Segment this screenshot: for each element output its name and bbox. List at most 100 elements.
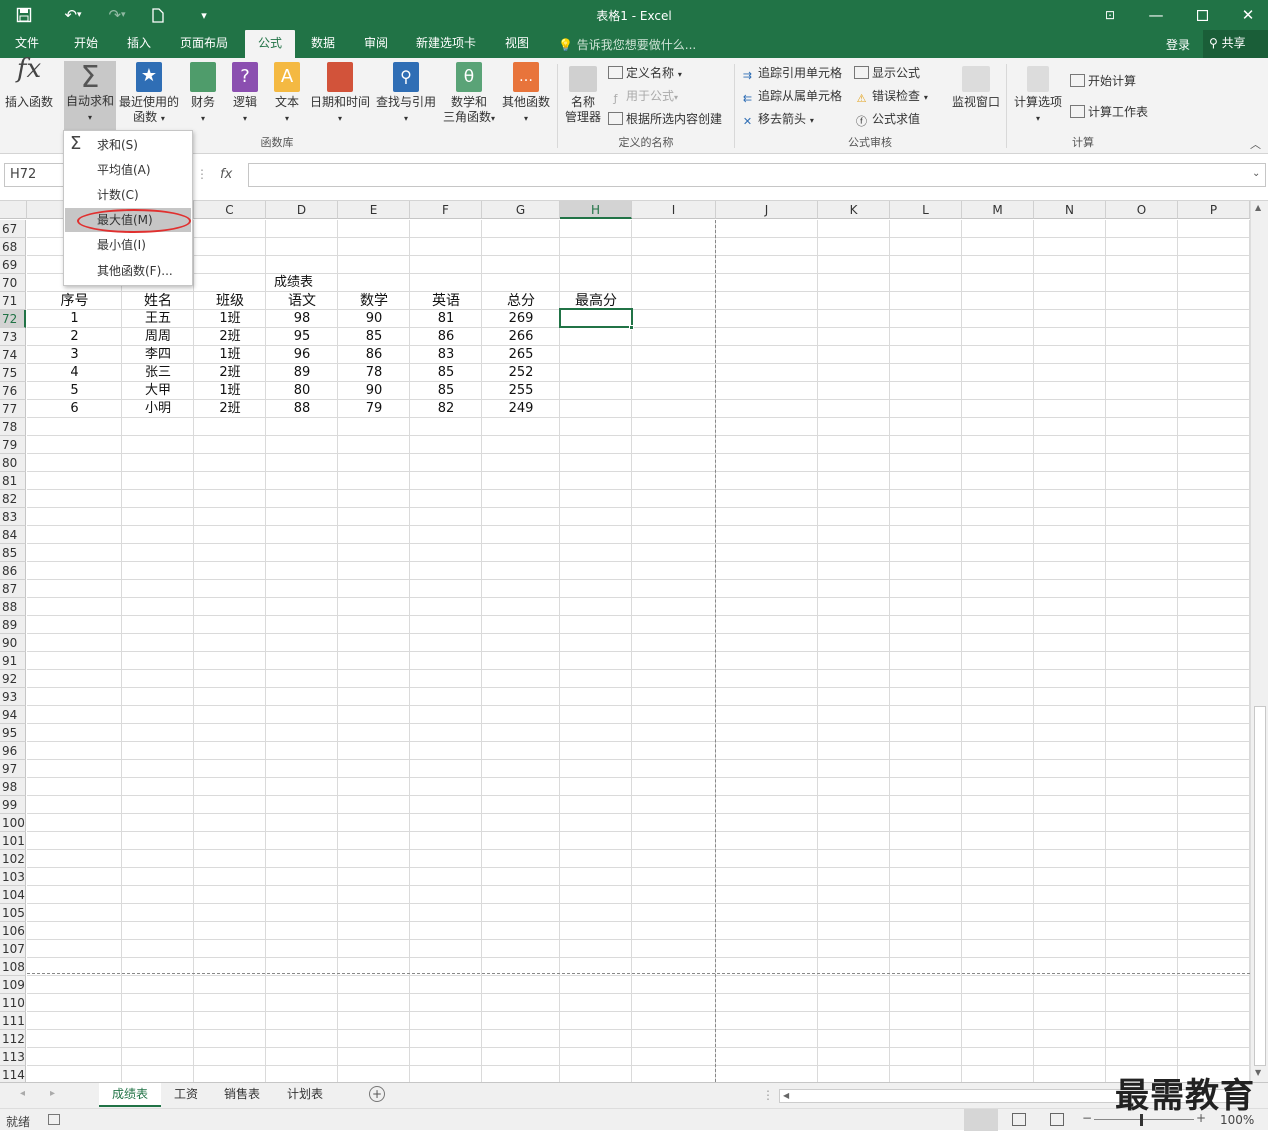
tab-split-icon[interactable]: ⋮ xyxy=(762,1088,774,1102)
row-header[interactable]: 69 xyxy=(0,256,26,274)
tab-view[interactable]: 视图 xyxy=(496,30,538,58)
table-cell[interactable]: 79 xyxy=(338,400,410,418)
row-header[interactable]: 80 xyxy=(0,454,26,472)
table-cell[interactable]: 80 xyxy=(266,382,338,400)
row-header[interactable]: 94 xyxy=(0,706,26,724)
scroll-left-icon[interactable]: ◀ xyxy=(783,1091,789,1100)
trace-precedents-button[interactable]: ⇉ 追踪引用单元格 xyxy=(740,64,842,82)
column-header[interactable]: N xyxy=(1034,201,1106,219)
row-header[interactable]: 77 xyxy=(0,400,26,418)
row-header[interactable]: 85 xyxy=(0,544,26,562)
calc-sheet-button[interactable]: 计算工作表 xyxy=(1070,103,1148,120)
row-header[interactable]: 106 xyxy=(0,922,26,940)
remove-arrows-button[interactable]: ✕ 移去箭头 ▾ xyxy=(740,110,814,128)
lookup-button[interactable]: ⚲ 查找与引用 ▾ xyxy=(374,62,438,132)
column-header[interactable]: I xyxy=(632,201,716,219)
table-cell[interactable]: 6 xyxy=(27,400,122,418)
menu-item-min[interactable]: 最小值(I) xyxy=(65,233,191,257)
row-header[interactable]: 67 xyxy=(0,220,26,238)
table-header-cell[interactable]: 序号 xyxy=(27,292,122,310)
next-sheet-icon[interactable]: ▸ xyxy=(50,1088,55,1099)
row-header[interactable]: 103 xyxy=(0,868,26,886)
table-cell[interactable]: 269 xyxy=(482,310,560,328)
column-header[interactable]: L xyxy=(890,201,962,219)
table-cell[interactable]: 周周 xyxy=(122,328,194,346)
table-cell[interactable]: 1 xyxy=(27,310,122,328)
row-header[interactable]: 95 xyxy=(0,724,26,742)
table-header-cell[interactable]: 总分 xyxy=(482,292,560,310)
column-header[interactable]: M xyxy=(962,201,1034,219)
column-header[interactable]: E xyxy=(338,201,410,219)
row-header[interactable]: 108 xyxy=(0,958,26,976)
table-cell[interactable]: 2班 xyxy=(194,400,266,418)
page-break-view-icon[interactable] xyxy=(1050,1113,1064,1126)
table-cell[interactable]: 82 xyxy=(410,400,482,418)
row-header[interactable]: 84 xyxy=(0,526,26,544)
calc-options-button[interactable]: 计算选项 ▾ xyxy=(1010,66,1066,132)
row-header[interactable]: 96 xyxy=(0,742,26,760)
row-header[interactable]: 114 xyxy=(0,1066,26,1082)
table-cell[interactable]: 王五 xyxy=(122,310,194,328)
watch-window-button[interactable]: 监视窗口 xyxy=(950,66,1002,132)
tab-insert[interactable]: 插入 xyxy=(118,30,160,58)
row-header[interactable]: 86 xyxy=(0,562,26,580)
define-name-button[interactable]: 定义名称 ▾ xyxy=(608,64,682,81)
create-from-selection-button[interactable]: 根据所选内容创建 xyxy=(608,110,722,127)
table-cell[interactable]: 2班 xyxy=(194,328,266,346)
table-cell[interactable]: 265 xyxy=(482,346,560,364)
table-cell[interactable]: 90 xyxy=(338,382,410,400)
share-button[interactable]: ⚲ 共享 xyxy=(1203,30,1268,58)
trace-dependents-button[interactable]: ⇇ 追踪从属单元格 xyxy=(740,87,842,105)
column-header[interactable]: C xyxy=(194,201,266,219)
show-formulas-button[interactable]: 显示公式 xyxy=(854,64,920,81)
column-header[interactable]: P xyxy=(1178,201,1250,219)
fx-button[interactable]: fx xyxy=(220,167,232,182)
table-cell[interactable]: 85 xyxy=(338,328,410,346)
maximize-icon[interactable] xyxy=(1190,4,1214,26)
row-header[interactable]: 87 xyxy=(0,580,26,598)
column-header[interactable]: J xyxy=(716,201,818,219)
table-cell[interactable]: 大甲 xyxy=(122,382,194,400)
sheet-tab-grades[interactable]: 成绩表 xyxy=(99,1083,161,1107)
column-header[interactable]: K xyxy=(818,201,890,219)
row-header[interactable]: 97 xyxy=(0,760,26,778)
scroll-down-icon[interactable]: ▼ xyxy=(1255,1068,1261,1077)
row-header[interactable]: 101 xyxy=(0,832,26,850)
row-header[interactable]: 102 xyxy=(0,850,26,868)
row-header[interactable]: 109 xyxy=(0,976,26,994)
table-cell[interactable]: 4 xyxy=(27,364,122,382)
table-cell[interactable]: 252 xyxy=(482,364,560,382)
table-cell[interactable]: 85 xyxy=(410,364,482,382)
evaluate-formula-button[interactable]: ⓕ 公式求值 xyxy=(854,110,920,128)
menu-item-count[interactable]: 计数(C) xyxy=(65,183,191,207)
insert-function-button[interactable]: fx 插入函数 xyxy=(2,56,56,132)
table-cell[interactable]: 88 xyxy=(266,400,338,418)
row-header[interactable]: 100 xyxy=(0,814,26,832)
calc-now-button[interactable]: 开始计算 xyxy=(1070,72,1136,89)
scroll-up-icon[interactable]: ▲ xyxy=(1255,203,1261,212)
name-manager-button[interactable]: 名称 管理器 xyxy=(562,66,604,132)
table-cell[interactable]: 85 xyxy=(410,382,482,400)
add-sheet-icon[interactable]: + xyxy=(369,1086,385,1102)
table-cell[interactable]: 266 xyxy=(482,328,560,346)
row-header[interactable]: 110 xyxy=(0,994,26,1012)
table-cell[interactable]: 2 xyxy=(27,328,122,346)
selected-cell[interactable] xyxy=(559,308,633,328)
recent-functions-button[interactable]: ★ 最近使用的 函数 ▾ xyxy=(118,62,180,132)
datetime-button[interactable]: 日期和时间 ▾ xyxy=(308,62,372,132)
table-cell[interactable]: 86 xyxy=(410,328,482,346)
sheet-tab-plan[interactable]: 计划表 xyxy=(275,1083,335,1107)
table-cell[interactable]: 张三 xyxy=(122,364,194,382)
table-cell[interactable]: 95 xyxy=(266,328,338,346)
table-cell[interactable]: 81 xyxy=(410,310,482,328)
ribbon-display-icon[interactable]: ⊡ xyxy=(1098,4,1122,26)
row-header[interactable]: 73 xyxy=(0,328,26,346)
sheet-tab-salary[interactable]: 工资 xyxy=(163,1083,209,1107)
zoom-out-icon[interactable]: − xyxy=(1082,1111,1092,1125)
row-header[interactable]: 111 xyxy=(0,1012,26,1030)
vertical-scroll-thumb[interactable] xyxy=(1254,706,1266,1066)
formula-input[interactable] xyxy=(248,163,1266,187)
row-header[interactable]: 76 xyxy=(0,382,26,400)
table-cell[interactable]: 3 xyxy=(27,346,122,364)
table-cell[interactable]: 98 xyxy=(266,310,338,328)
